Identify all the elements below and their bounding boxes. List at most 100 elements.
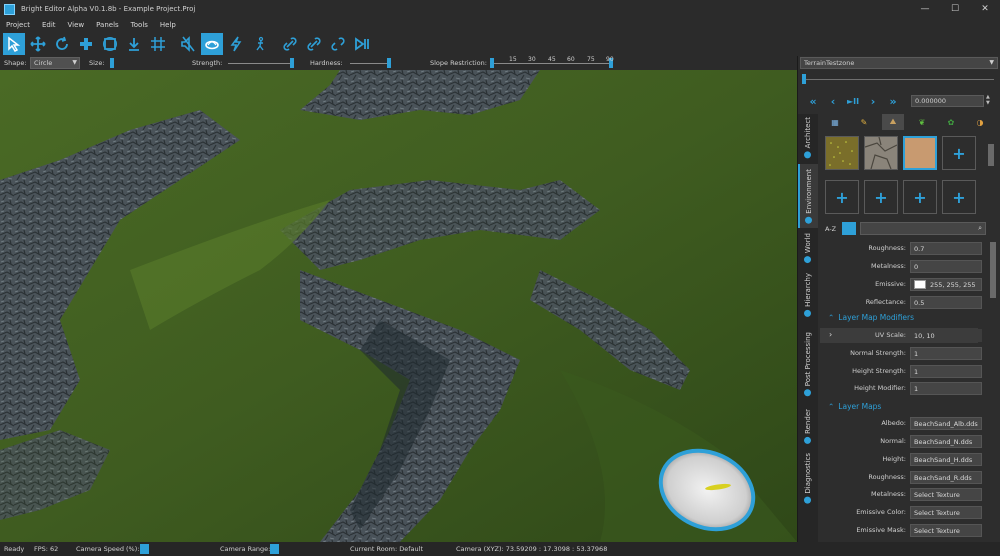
scene-viewport[interactable] bbox=[0, 70, 797, 542]
walking-figure-icon bbox=[256, 36, 264, 50]
tab-label: Render bbox=[804, 408, 812, 434]
texture-slot-sand[interactable] bbox=[903, 136, 937, 170]
tab-diagnostics[interactable]: Diagnostics bbox=[798, 448, 818, 508]
status-ready: Ready bbox=[4, 545, 25, 553]
camera-range-slider[interactable] bbox=[270, 544, 279, 554]
tab-post-processing[interactable]: Post Processing bbox=[798, 324, 818, 404]
property-search-input[interactable]: ⌕ bbox=[860, 222, 986, 235]
emissive-color-texture-field[interactable]: Select Texture bbox=[910, 506, 982, 519]
map-roughness: Roughness: BeachSand_R.dds bbox=[826, 471, 984, 484]
rotate-tool-button[interactable] bbox=[51, 33, 73, 55]
property-label: Emissive Color: bbox=[856, 508, 906, 516]
reflectance-input[interactable]: 0.5 bbox=[910, 296, 982, 309]
tab-label: Hierarchy bbox=[804, 273, 812, 307]
category-water-icon[interactable]: ▦ bbox=[824, 114, 846, 130]
spinner-arrows-icon[interactable]: ▲ ▼ bbox=[986, 94, 990, 106]
menu-project[interactable]: Project bbox=[0, 21, 36, 29]
zone-select[interactable]: TerrainTestzone ▼ bbox=[800, 57, 998, 69]
hardness-slider[interactable] bbox=[387, 58, 391, 68]
texture-slot-empty[interactable]: + bbox=[864, 180, 898, 214]
slope-tick: 30 bbox=[528, 56, 536, 63]
modifier-normal-strength: Normal Strength: 1 bbox=[826, 347, 984, 360]
height-strength-input[interactable]: 1 bbox=[910, 365, 982, 378]
normal-strength-input[interactable]: 1 bbox=[910, 347, 982, 360]
mute-audio-button[interactable] bbox=[177, 33, 199, 55]
texture-slot-grass[interactable] bbox=[825, 136, 859, 170]
roughness-texture-field[interactable]: BeachSand_R.dds bbox=[910, 471, 982, 484]
tab-hierarchy[interactable]: Hierarchy bbox=[798, 268, 818, 322]
menu-help[interactable]: Help bbox=[154, 21, 182, 29]
layer-map-modifiers-header[interactable]: ⌃ Layer Map Modifiers bbox=[828, 313, 914, 322]
chevron-down-icon: ▼ bbox=[989, 59, 994, 66]
rewind-button[interactable]: « bbox=[803, 95, 823, 108]
metalness-input[interactable]: 0 bbox=[910, 260, 982, 273]
category-sky-icon[interactable]: ◑ bbox=[969, 114, 991, 130]
chevron-up-icon: ⌃ bbox=[828, 313, 835, 322]
menu-view[interactable]: View bbox=[62, 21, 91, 29]
strength-slider[interactable] bbox=[290, 58, 294, 68]
physics-toggle-button[interactable] bbox=[225, 33, 247, 55]
time-slider-handle[interactable] bbox=[802, 74, 806, 84]
add-texture-icon: + bbox=[952, 143, 966, 163]
texture-slot-empty[interactable]: + bbox=[942, 136, 976, 170]
tab-world[interactable]: World bbox=[798, 230, 818, 266]
uv-scale-input[interactable]: 10, 10 bbox=[910, 329, 982, 342]
tab-render[interactable]: Render bbox=[798, 406, 818, 446]
properties-scrollbar[interactable] bbox=[990, 242, 996, 298]
category-terrain-icon[interactable]: ⛰ bbox=[882, 114, 904, 130]
albedo-texture-field[interactable]: BeachSand_Alb.dds bbox=[910, 417, 982, 430]
camera-speed-slider[interactable] bbox=[140, 544, 149, 554]
close-button[interactable]: ✕ bbox=[970, 0, 1000, 18]
character-tool-button[interactable] bbox=[249, 33, 271, 55]
step-forward-button[interactable]: › bbox=[863, 95, 883, 108]
minimize-button[interactable]: — bbox=[910, 0, 940, 18]
texture-slot-rock[interactable] bbox=[864, 136, 898, 170]
select-tool-button[interactable] bbox=[3, 32, 25, 55]
category-foliage-icon[interactable]: ✿ bbox=[940, 114, 962, 130]
menu-panels[interactable]: Panels bbox=[90, 21, 125, 29]
fast-forward-button[interactable]: » bbox=[883, 95, 903, 108]
drop-to-ground-button[interactable] bbox=[123, 33, 145, 55]
terrain-render[interactable] bbox=[0, 70, 797, 542]
sort-az-button[interactable]: A-Z bbox=[825, 225, 836, 233]
emissive-color-field[interactable]: 255, 255, 255 bbox=[910, 278, 982, 291]
terrain-brush-button[interactable] bbox=[201, 32, 223, 55]
shape-select[interactable]: Circle ▼ bbox=[30, 57, 80, 69]
link-tool-button[interactable] bbox=[279, 33, 301, 55]
tab-architect[interactable]: Architect bbox=[798, 114, 818, 162]
slope-min-handle[interactable] bbox=[490, 58, 494, 68]
category-grass-icon[interactable]: ❦ bbox=[911, 114, 933, 130]
maximize-button[interactable]: ☐ bbox=[940, 0, 970, 18]
step-back-button[interactable]: ‹ bbox=[823, 95, 843, 108]
tab-environment[interactable]: Environment bbox=[798, 164, 818, 228]
category-torch-icon[interactable]: ✎ bbox=[853, 114, 875, 130]
menu-tools[interactable]: Tools bbox=[125, 21, 154, 29]
metalness-texture-field[interactable]: Select Texture bbox=[910, 488, 982, 501]
add-texture-icon: + bbox=[835, 187, 849, 207]
move-tool-button[interactable] bbox=[27, 33, 49, 55]
texture-grid-scrollbar[interactable] bbox=[988, 144, 994, 166]
bounds-tool-button[interactable] bbox=[99, 33, 121, 55]
texture-slot-empty[interactable]: + bbox=[942, 180, 976, 214]
play-button[interactable] bbox=[351, 33, 373, 55]
layer-maps-header[interactable]: ⌃ Layer Maps bbox=[828, 402, 881, 411]
normal-texture-field[interactable]: BeachSand_N.dds bbox=[910, 435, 982, 448]
time-input[interactable]: 0.000000 bbox=[911, 95, 984, 107]
color-swatch[interactable] bbox=[914, 280, 926, 289]
unlink-button[interactable] bbox=[327, 33, 349, 55]
texture-slot-empty[interactable]: + bbox=[825, 180, 859, 214]
height-modifier-input[interactable]: 1 bbox=[910, 382, 982, 395]
scale-tool-button[interactable] bbox=[75, 33, 97, 55]
time-slider[interactable] bbox=[800, 72, 998, 86]
play-pause-button[interactable]: ►II bbox=[843, 97, 863, 106]
height-texture-field[interactable]: BeachSand_H.dds bbox=[910, 453, 982, 466]
size-slider[interactable] bbox=[110, 58, 114, 68]
roughness-input[interactable]: 0.7 bbox=[910, 242, 982, 255]
list-view-button[interactable] bbox=[842, 222, 856, 235]
property-reflectance: Reflectance: 0.5 bbox=[826, 296, 984, 309]
emissive-mask-texture-field[interactable]: Select Texture bbox=[910, 524, 982, 537]
menu-edit[interactable]: Edit bbox=[36, 21, 62, 29]
link-add-button[interactable] bbox=[303, 33, 325, 55]
texture-slot-empty[interactable]: + bbox=[903, 180, 937, 214]
grid-toggle-button[interactable] bbox=[147, 33, 169, 55]
